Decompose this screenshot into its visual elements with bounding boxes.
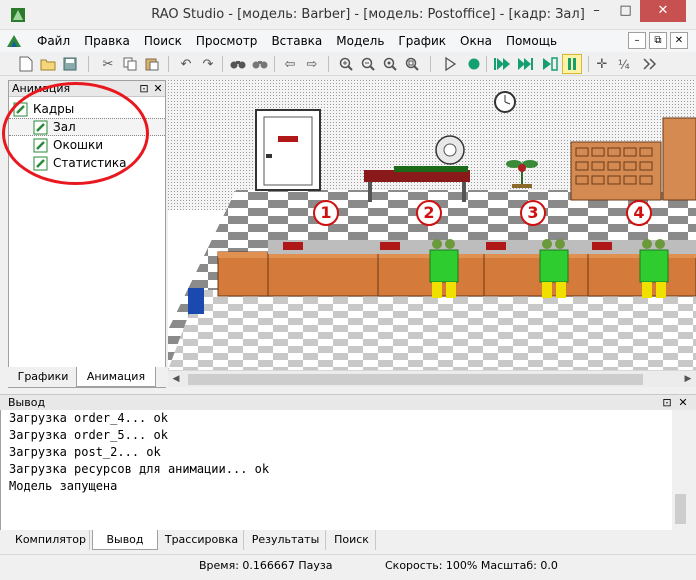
scrollbar-thumb[interactable] <box>675 494 686 524</box>
panel-pin-icon[interactable]: ⊡ <box>660 395 674 410</box>
close-button[interactable]: ✕ <box>640 0 686 22</box>
forward-icon[interactable]: ⇨ <box>302 54 322 74</box>
find-next-icon[interactable] <box>250 54 270 74</box>
customer-figure <box>429 239 459 298</box>
tab-charts[interactable]: Графики <box>12 367 74 387</box>
menu-bar: Файл Правка Поиск Просмотр Вставка Модел… <box>0 30 696 52</box>
zoom-fit-icon[interactable] <box>402 54 422 74</box>
tab-trace[interactable]: Трассировка <box>160 530 244 550</box>
zoom-reset-icon[interactable] <box>380 54 400 74</box>
tree-item-label: Статистика <box>53 156 127 170</box>
status-time: Время: 0.166667 Пауза <box>199 559 333 572</box>
pencil-icon <box>33 138 48 152</box>
tree-root-frames[interactable]: Кадры <box>9 100 165 118</box>
animation-panel-title: Анимация <box>12 82 71 95</box>
pencil-icon <box>13 102 28 116</box>
tab-results[interactable]: Результаты <box>246 530 326 550</box>
plus-icon[interactable]: ✛ <box>592 54 612 74</box>
new-file-icon[interactable] <box>16 54 36 74</box>
menu-insert[interactable]: Вставка <box>264 34 329 48</box>
tab-search[interactable]: Поиск <box>328 530 376 550</box>
tab-compiler[interactable]: Компилятор <box>12 530 90 550</box>
output-panel-title: Вывод <box>8 396 46 409</box>
maximize-button[interactable]: □ <box>611 0 640 22</box>
tree-item-statistics[interactable]: Статистика <box>9 154 165 172</box>
output-tabs: Компилятор Вывод Трассировка Результаты … <box>8 530 688 550</box>
svg-text:¼: ¼ <box>618 58 630 71</box>
scroll-right-icon[interactable]: ▶ <box>680 371 696 387</box>
tree-item-hall[interactable]: Зал <box>9 118 165 136</box>
zoom-in-icon[interactable] <box>336 54 356 74</box>
frames-tree: Кадры Зал Окошки Статистика <box>9 97 165 172</box>
fast-forward-icon[interactable] <box>492 54 512 74</box>
log-line: Загрузка post_2... ok <box>9 445 161 459</box>
tree-root-label: Кадры <box>33 102 75 116</box>
save-icon[interactable] <box>60 54 80 74</box>
panel-close-icon[interactable]: ✕ <box>151 81 165 96</box>
panel-pin-icon[interactable]: ⊡ <box>137 81 151 96</box>
menu-model[interactable]: Модель <box>329 34 391 48</box>
animation-panel-header: Анимация ⊡ ✕ <box>9 81 165 97</box>
scrollbar-thumb[interactable] <box>188 374 643 385</box>
zoom-out-icon[interactable] <box>358 54 378 74</box>
window-number-2: 2 <box>416 200 442 226</box>
redo-icon[interactable]: ↷ <box>198 54 218 74</box>
title-bar: RAO Studio - [модель: Barber] - [модель:… <box>0 0 696 30</box>
step-icon[interactable] <box>516 54 536 74</box>
skip-icon[interactable] <box>640 54 660 74</box>
pencil-icon <box>33 120 48 134</box>
menu-chart[interactable]: График <box>391 34 453 48</box>
menu-view[interactable]: Просмотр <box>189 34 265 48</box>
open-icon[interactable] <box>38 54 58 74</box>
animation-panel: Анимация ⊡ ✕ Кадры Зал Окошки Статистика <box>8 80 166 388</box>
horizontal-scrollbar[interactable]: ◀ ▶ <box>168 370 696 387</box>
undo-icon[interactable]: ↶ <box>176 54 196 74</box>
cut-icon[interactable]: ✂ <box>98 54 118 74</box>
pencil-icon <box>33 156 48 170</box>
output-panel-header: Вывод ⊡ ✕ <box>0 394 696 410</box>
stop-icon[interactable] <box>464 54 484 74</box>
menu-edit[interactable]: Правка <box>77 34 137 48</box>
panel-close-icon[interactable]: ✕ <box>676 395 690 410</box>
customer-figure <box>639 239 669 298</box>
paste-icon[interactable] <box>142 54 162 74</box>
tab-output[interactable]: Вывод <box>92 530 158 550</box>
window-number-1: 1 <box>313 200 339 226</box>
play-frame-icon[interactable] <box>540 54 560 74</box>
run-icon[interactable] <box>440 54 460 74</box>
tree-item-label: Окошки <box>53 138 104 152</box>
find-icon[interactable] <box>228 54 248 74</box>
sync-icon[interactable]: ¼ <box>616 54 636 74</box>
back-icon[interactable]: ⇦ <box>280 54 300 74</box>
window-number-3: 3 <box>520 200 546 226</box>
app-menu-icon[interactable] <box>6 33 22 49</box>
tree-item-windows[interactable]: Окошки <box>9 136 165 154</box>
mdi-restore-button[interactable]: ⧉ <box>649 32 667 49</box>
animation-canvas[interactable]: 1 2 3 4 <box>168 80 696 370</box>
menu-help[interactable]: Помощь <box>499 34 564 48</box>
log-line: Модель запущена <box>9 479 118 493</box>
output-log[interactable]: Загрузка order_4... ok Загрузка order_5.… <box>0 410 686 530</box>
log-line: Загрузка order_4... ok <box>9 411 168 425</box>
minimize-button[interactable]: – <box>582 0 611 22</box>
window-number-4: 4 <box>626 200 652 226</box>
copy-icon[interactable] <box>120 54 140 74</box>
tab-animation[interactable]: Анимация <box>76 367 156 387</box>
pause-icon[interactable] <box>562 54 582 74</box>
menu-file[interactable]: Файл <box>30 34 77 48</box>
log-line: Загрузка ресурсов для анимации... ok <box>9 462 270 476</box>
customer-figure <box>539 239 569 298</box>
log-line: Загрузка order_5... ok <box>9 428 168 442</box>
menu-search[interactable]: Поиск <box>137 34 189 48</box>
scroll-left-icon[interactable]: ◀ <box>168 371 184 387</box>
status-speed: Скорость: 100% Масштаб: 0.0 <box>385 559 558 572</box>
mdi-minimize-button[interactable]: – <box>628 32 646 49</box>
vertical-scrollbar[interactable] <box>672 410 689 530</box>
menu-windows[interactable]: Окна <box>453 34 499 48</box>
toolbar: ✂ ↶ ↷ ⇦ ⇨ ✛ ¼ <box>0 52 696 76</box>
status-bar: Время: 0.166667 Пауза Скорость: 100% Мас… <box>0 554 696 580</box>
tree-item-label: Зал <box>53 120 76 134</box>
left-panel-tabs: Графики Анимация <box>8 367 166 387</box>
mdi-close-button[interactable]: ✕ <box>670 32 688 49</box>
